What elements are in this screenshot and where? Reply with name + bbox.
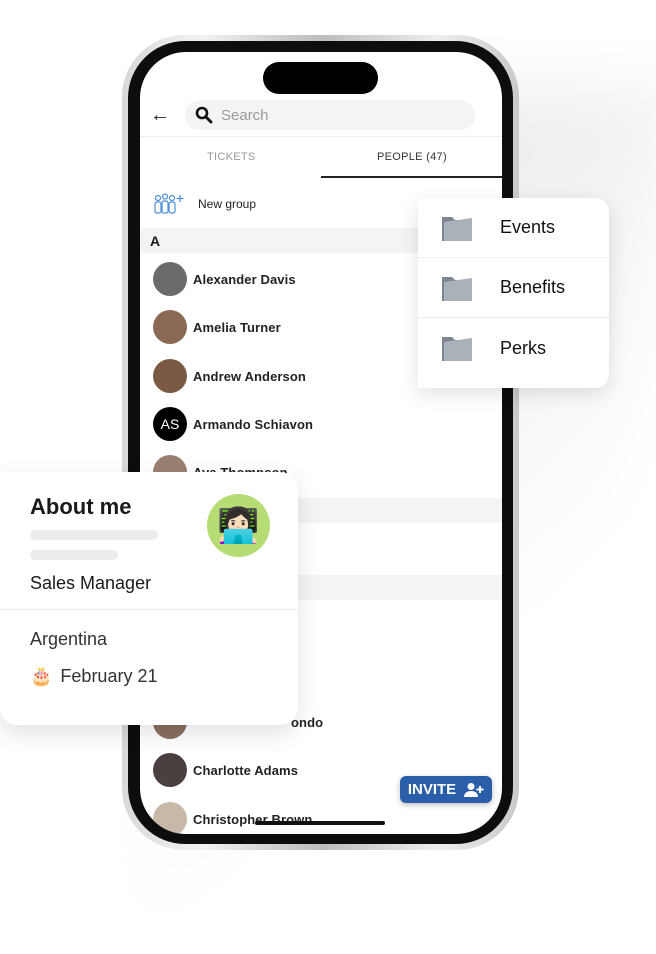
search-icon [195,106,213,124]
person-name: ondo [291,714,324,730]
folder-icon [442,337,472,361]
dynamic-island [263,62,378,94]
list-item[interactable]: Charlotte Adams [153,753,298,787]
person-name: Andrew Anderson [193,368,306,384]
birthday-date: February 21 [60,666,158,686]
list-item[interactable]: Christopher Brown [153,802,312,834]
person-name: Armando Schiavon [193,416,314,432]
active-tab-indicator [321,176,502,178]
about-me-card: About me 👩🏻‍💻 Sales Manager Argentina 🎂 F… [0,472,298,725]
group-add-icon [154,193,184,214]
folder-item-perks[interactable]: Perks [418,318,609,378]
avatar [153,310,187,344]
folder-list-card: Events Benefits Perks [418,198,609,388]
tab-people[interactable]: PEOPLE (47) [377,151,447,163]
avatar [153,802,187,834]
birthday: 🎂 February 21 [30,666,157,687]
list-item[interactable]: Amelia Turner [153,310,281,344]
placeholder-bar [30,530,158,540]
folder-label: Benefits [500,277,566,297]
job-title: Sales Manager [30,573,152,593]
profile-avatar: 👩🏻‍💻 [207,494,270,557]
search-input[interactable]: Search [185,100,475,130]
folder-icon [442,276,472,301]
person-name: Amelia Turner [193,319,281,335]
divider [0,609,298,610]
folder-item-events[interactable]: Events [418,198,609,258]
folder-icon [442,216,472,241]
tab-bar: TICKETS PEOPLE (47) [140,136,502,178]
list-item[interactable]: Alexander Davis [153,262,296,296]
country: Argentina [30,629,108,649]
about-title: About me [30,494,132,519]
person-add-icon [464,782,484,797]
placeholder-bar [30,550,118,560]
avatar [153,359,187,393]
new-group-button[interactable]: New group [152,192,256,216]
cake-icon: 🎂 [30,666,53,686]
search-placeholder: Search [221,106,269,124]
list-item[interactable]: Andrew Anderson [153,359,306,393]
invite-button[interactable]: INVITE [400,776,492,803]
tab-tickets[interactable]: TICKETS [207,151,256,163]
folder-label: Perks [500,337,547,358]
person-name: Alexander Davis [193,271,296,287]
home-indicator [255,821,385,825]
avatar [153,262,187,296]
list-item[interactable]: AS Armando Schiavon [153,407,313,441]
new-group-label: New group [198,197,257,211]
invite-label: INVITE [407,781,457,798]
folder-label: Events [500,217,556,237]
back-arrow-icon[interactable]: ← [150,104,170,127]
person-name: Charlotte Adams [193,762,299,778]
avatar-initials: AS [153,407,187,441]
folder-item-benefits[interactable]: Benefits [418,258,609,318]
avatar [153,753,187,787]
